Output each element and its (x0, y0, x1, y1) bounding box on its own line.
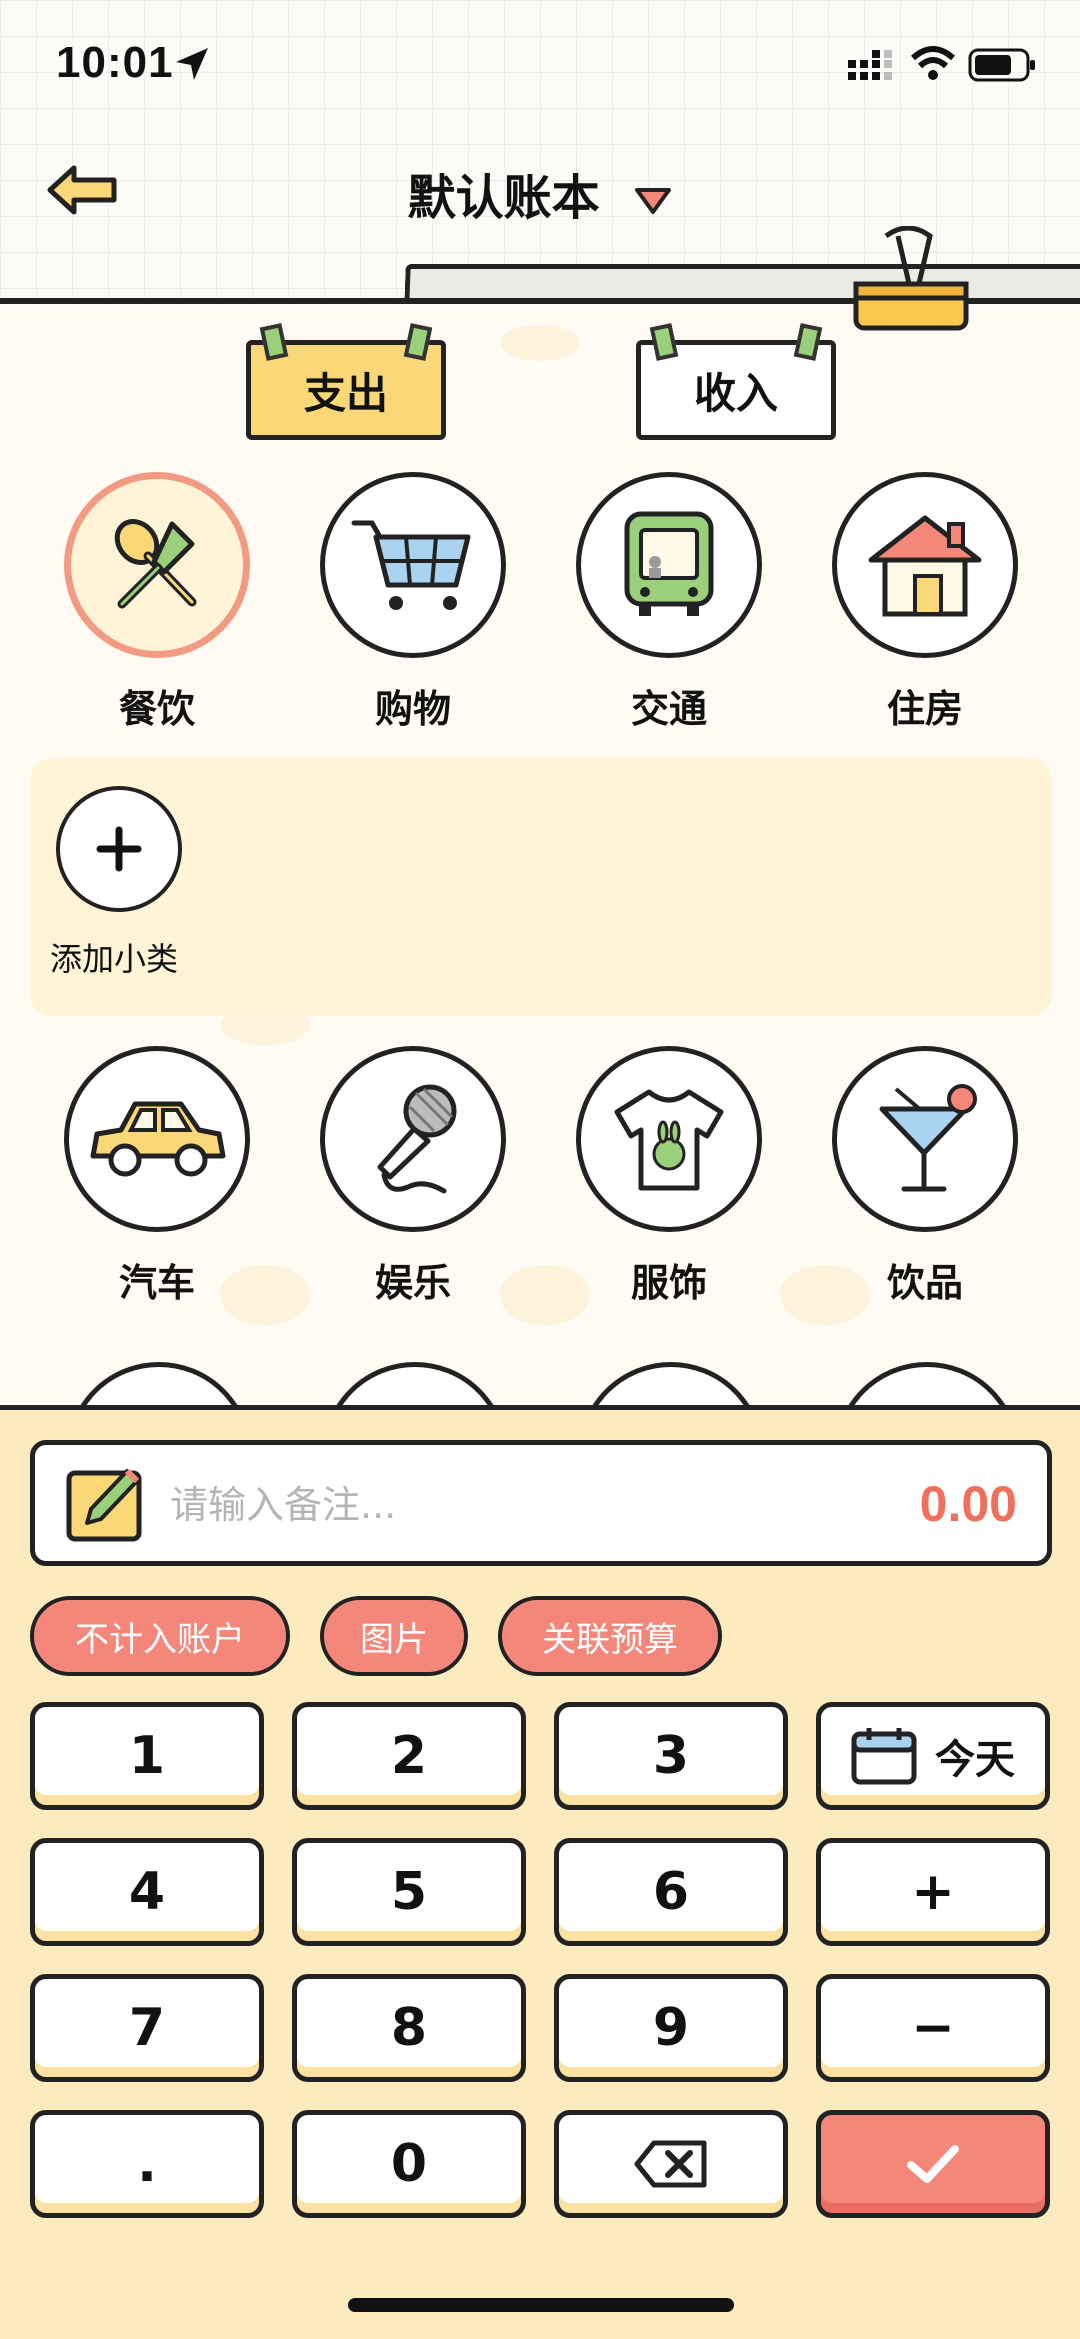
date-label: 今天 (935, 1737, 1015, 1783)
category-label: 娱乐 (374, 1261, 451, 1305)
budget-chip[interactable]: 关联预算 (498, 1596, 722, 1676)
amount-display: 0.00 (919, 1476, 1017, 1532)
category-dining[interactable]: 餐饮 (62, 472, 252, 733)
tab-income-label: 收入 (693, 368, 778, 418)
key-9[interactable]: 9 (554, 1974, 788, 2082)
confirm-button[interactable] (816, 2110, 1050, 2218)
key-plus[interactable]: + (816, 1838, 1050, 1946)
ledger-selector[interactable]: 默认账本 (0, 158, 1080, 228)
tab-expense-label: 支出 (303, 368, 388, 418)
image-chip[interactable]: 图片 (320, 1596, 468, 1676)
category-label: 住房 (886, 687, 963, 731)
house-icon (868, 515, 982, 617)
key-7[interactable]: 7 (30, 1974, 264, 2082)
key-minus[interactable]: − (816, 1974, 1050, 2082)
battery-icon (968, 48, 1035, 82)
category-drinks[interactable]: 饮品 (830, 1046, 1020, 1307)
category-icon-frame (832, 1046, 1018, 1232)
wifi-icon (910, 46, 956, 80)
note-field[interactable]: 0.00 (30, 1440, 1052, 1566)
category-transport[interactable]: 交通 (574, 472, 764, 733)
exclude-account-chip[interactable]: 不计入账户 (30, 1596, 290, 1676)
cocktail-icon (879, 1084, 977, 1192)
add-subcategory-button[interactable] (56, 786, 182, 912)
car-icon (90, 1101, 226, 1177)
category-icon-frame (320, 1046, 506, 1232)
tab-income[interactable]: 收入 (636, 323, 836, 440)
add-subcategory-label: 添加小类 (50, 940, 179, 978)
checkmark-icon (907, 2145, 959, 2183)
category-entertainment[interactable]: 娱乐 (318, 1046, 508, 1307)
caret-down-icon (635, 188, 672, 214)
pencil-note-icon (66, 1468, 142, 1542)
category-car[interactable]: 汽车 (62, 1046, 252, 1307)
tab-expense[interactable]: 支出 (246, 323, 446, 440)
subcategory-panel (30, 758, 1052, 1016)
category-shopping[interactable]: 购物 (318, 472, 508, 733)
category-label: 交通 (630, 687, 707, 731)
utensils-icon (114, 519, 197, 609)
key-0[interactable]: 0 (292, 2110, 526, 2218)
tshirt-icon (614, 1089, 724, 1191)
calendar-icon (851, 1728, 917, 1785)
key-dot[interactable]: . (30, 2110, 264, 2218)
location-arrow-icon (176, 48, 208, 80)
ledger-name: 默认账本 (407, 170, 600, 226)
category-icon-frame (576, 472, 762, 658)
category-icon-frame (64, 472, 250, 658)
category-icon-frame (64, 1046, 250, 1232)
key-2[interactable]: 2 (292, 1702, 526, 1810)
category-icon-frame (832, 472, 1018, 658)
background-decoration (500, 325, 580, 361)
backspace-button[interactable] (554, 2110, 788, 2218)
number-keyboard: 0.00 不计入账户 图片 关联预算 1 2 3 今天 4 5 6 + 7 8 … (0, 1405, 1080, 2339)
home-indicator (348, 2298, 734, 2312)
category-icon-frame (320, 472, 506, 658)
key-6[interactable]: 6 (554, 1838, 788, 1946)
category-housing[interactable]: 住房 (830, 472, 1020, 733)
signal-icon (848, 50, 892, 80)
date-button[interactable]: 今天 (816, 1702, 1050, 1810)
category-label: 服饰 (630, 1261, 707, 1305)
status-bar: 10:01 (0, 0, 1080, 132)
category-label: 饮品 (886, 1261, 963, 1305)
category-label: 汽车 (118, 1261, 195, 1305)
status-time: 10:01 (56, 38, 174, 87)
category-icon-frame (576, 1046, 762, 1232)
bus-icon (624, 511, 714, 616)
key-3[interactable]: 3 (554, 1702, 788, 1810)
cart-icon (351, 520, 471, 610)
microphone-icon (377, 1084, 457, 1194)
note-input[interactable] (170, 1475, 770, 1535)
category-label: 餐饮 (118, 687, 195, 731)
plus-icon (96, 826, 142, 872)
key-4[interactable]: 4 (30, 1838, 264, 1946)
key-5[interactable]: 5 (292, 1838, 526, 1946)
category-label: 购物 (374, 687, 451, 731)
key-8[interactable]: 8 (292, 1974, 526, 2082)
backspace-icon (634, 2140, 707, 2188)
key-1[interactable]: 1 (30, 1702, 264, 1810)
category-clothing[interactable]: 服饰 (574, 1046, 764, 1307)
